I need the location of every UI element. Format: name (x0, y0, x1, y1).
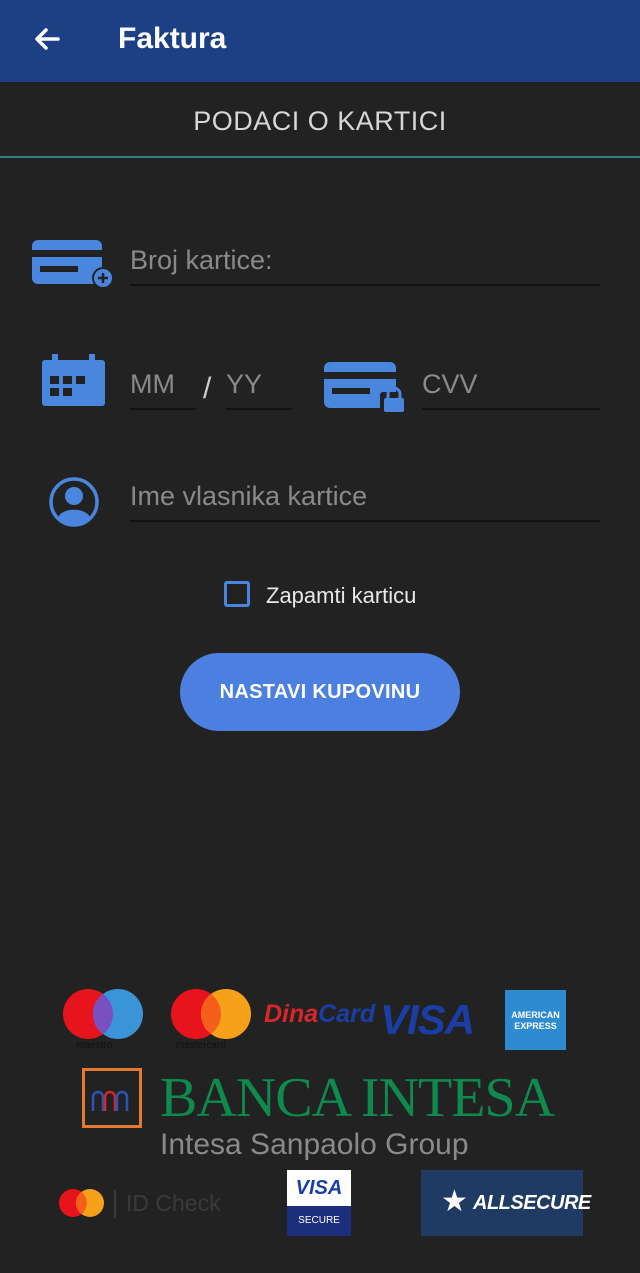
continue-purchase-button[interactable]: NASTAVI KUPOVINU (180, 653, 460, 731)
expiry-year-field[interactable] (226, 360, 292, 410)
idcheck-divider (114, 1190, 116, 1218)
visa-secure-bottom: SECURE (287, 1206, 351, 1236)
card-holder-field[interactable] (130, 472, 600, 522)
american-express-logo: AMERICAN EXPRESS (505, 990, 566, 1050)
credit-card-add-icon (32, 238, 116, 295)
user-icon (48, 476, 100, 533)
section-header: PODACI O KARTICI (0, 82, 640, 158)
expiry-month-input[interactable] (130, 360, 196, 408)
back-arrow-icon[interactable] (28, 20, 68, 60)
dinacard-card-text: Card (318, 1000, 376, 1028)
cvv-input[interactable] (422, 360, 600, 408)
allsecure-logo: ★ ALLSECURE (421, 1170, 591, 1236)
dinacard-logo: DinaCard (264, 1000, 375, 1029)
card-number-input[interactable] (130, 236, 600, 284)
star-icon: ★ (441, 1185, 468, 1218)
visa-secure-logo: VISA SECURE (287, 1170, 351, 1236)
mastercard-logo: mastercard (170, 988, 254, 1054)
id-check-text: ID Check (126, 1190, 221, 1216)
banca-intesa-icon (82, 1068, 142, 1128)
cvv-field[interactable] (422, 360, 600, 410)
card-lock-icon (324, 362, 410, 419)
visa-secure-top: VISA (295, 1177, 343, 1199)
allsecure-text: ALLSECURE (473, 1192, 591, 1214)
app-bar: Faktura (0, 0, 640, 82)
section-title: PODACI O KARTICI (193, 106, 447, 136)
card-holder-input[interactable] (130, 472, 600, 520)
calendar-icon (42, 354, 106, 411)
card-number-field[interactable] (130, 236, 600, 286)
maestro-logo: maestro (62, 988, 146, 1054)
page-title: Faktura (118, 22, 227, 55)
remember-card-label: Zapamti karticu (266, 583, 417, 608)
banca-intesa-logo: BANCA INTESA (160, 1067, 555, 1129)
expiry-month-field[interactable] (130, 360, 196, 410)
checkbox-box[interactable] (224, 581, 250, 607)
dinacard-dina-text: Dina (264, 1000, 319, 1028)
mastercard-idcheck-icon (58, 1188, 106, 1223)
mastercard-text: mastercard (176, 1040, 227, 1051)
intesa-sanpaolo-text: Intesa Sanpaolo Group (160, 1128, 469, 1161)
maestro-text: maestro (76, 1040, 113, 1051)
expiry-year-input[interactable] (226, 360, 292, 408)
expiry-separator: / (203, 372, 212, 405)
visa-logo: VISA (380, 996, 475, 1043)
